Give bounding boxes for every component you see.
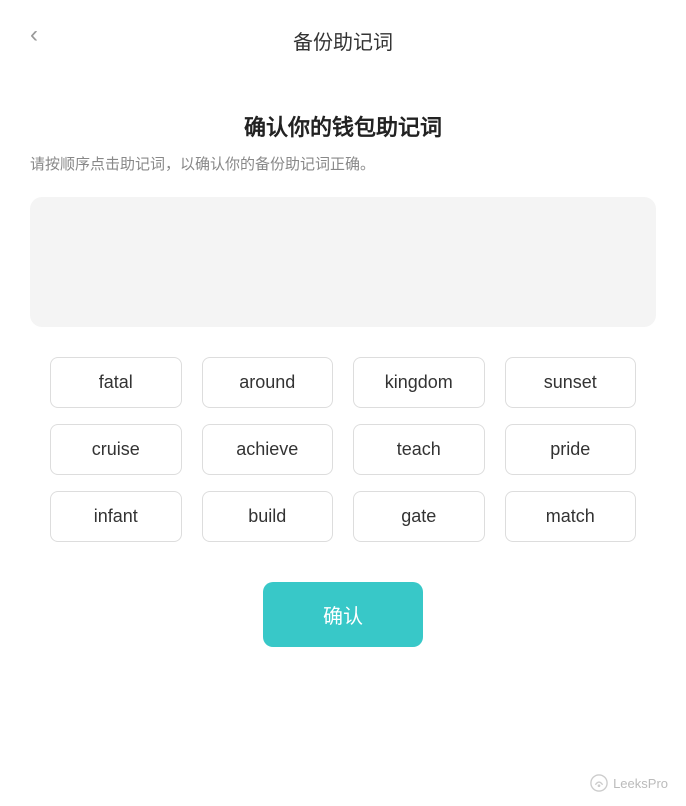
page-subtitle: 请按顺序点击助记词，以确认你的备份助记词正确。 — [30, 154, 656, 177]
page-header: ‹ 备份助记词 — [0, 0, 686, 70]
word-btn-sunset[interactable]: sunset — [505, 357, 637, 408]
brand-label: LeeksPro — [613, 776, 668, 791]
word-btn-gate[interactable]: gate — [353, 491, 485, 542]
word-btn-build[interactable]: build — [202, 491, 334, 542]
word-btn-cruise[interactable]: cruise — [50, 424, 182, 475]
brand-icon — [590, 774, 608, 792]
main-content: 确认你的钱包助记词 请按顺序点击助记词，以确认你的备份助记词正确。 fatal … — [0, 70, 686, 667]
word-row-3: infant build gate match — [40, 491, 646, 542]
word-btn-match[interactable]: match — [505, 491, 637, 542]
confirm-area: 确认 — [30, 582, 656, 647]
word-row-2: cruise achieve teach pride — [40, 424, 646, 475]
confirm-button[interactable]: 确认 — [263, 582, 423, 647]
header-title: 备份助记词 — [293, 26, 393, 55]
word-row-1: fatal around kingdom sunset — [40, 357, 646, 408]
word-btn-around[interactable]: around — [202, 357, 334, 408]
footer-brand: LeeksPro — [590, 774, 668, 792]
word-btn-pride[interactable]: pride — [505, 424, 637, 475]
word-btn-achieve[interactable]: achieve — [202, 424, 334, 475]
page-title: 确认你的钱包助记词 — [30, 110, 656, 142]
word-grid: fatal around kingdom sunset cruise achie… — [30, 357, 656, 542]
selected-words-area — [30, 197, 656, 327]
word-btn-infant[interactable]: infant — [50, 491, 182, 542]
word-btn-fatal[interactable]: fatal — [50, 357, 182, 408]
word-btn-teach[interactable]: teach — [353, 424, 485, 475]
word-btn-kingdom[interactable]: kingdom — [353, 357, 485, 408]
back-button[interactable]: ‹ — [20, 16, 48, 54]
